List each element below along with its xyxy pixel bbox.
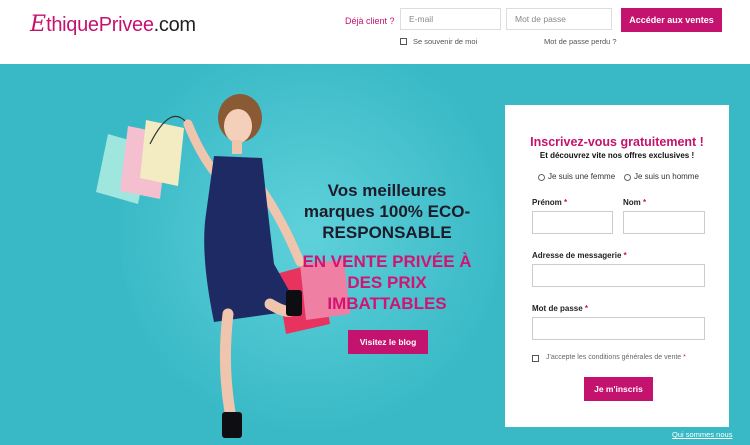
terms-label: J'accepte les conditions générales de ve… (546, 354, 686, 361)
terms-checkbox[interactable] (532, 355, 539, 362)
required-mark: * (683, 354, 686, 361)
hero-subheadline: EN VENTE PRIVÉE À DES PRIX IMBATTABLES (302, 252, 472, 313)
password-field[interactable] (532, 317, 705, 340)
visit-blog-button[interactable]: Visitez le blog (348, 330, 428, 354)
radio-male-label: Je suis un homme (634, 172, 699, 181)
logo-initial: E (30, 12, 47, 37)
login-button[interactable]: Accéder aux ventes (621, 8, 722, 32)
required-mark: * (623, 251, 627, 260)
radio-female[interactable] (538, 174, 545, 181)
logo-part-thique: thique (46, 14, 99, 36)
remember-me-label: Se souvenir de moi (413, 37, 478, 46)
last-name-label-text: Nom (623, 198, 641, 207)
shopping-bag-yellow (140, 120, 184, 186)
signup-subtitle: Et découvrez vite nos offres exclusives … (539, 151, 695, 160)
site-header: EthiquePrivee.com Déjà client ? Accéder … (0, 0, 750, 64)
required-mark: * (643, 198, 647, 207)
last-name-label: Nom * (623, 198, 646, 207)
radio-female-label: Je suis une femme (548, 172, 616, 181)
hero-headline: Vos meilleures marques 100% ECO-RESPONSA… (303, 181, 471, 242)
first-name-label: Prénom * (532, 198, 567, 207)
logo[interactable]: Ethique Privee .com (30, 12, 196, 44)
login-email-input[interactable] (400, 8, 501, 30)
email-label: Adresse de messagerie * (532, 251, 627, 260)
password-label-text: Mot de passe (532, 304, 583, 313)
about-us-link[interactable]: Qui sommes nous (672, 430, 732, 439)
first-name-input[interactable] (532, 211, 613, 234)
forgot-password-link[interactable]: Mot de passe perdu ? (544, 37, 617, 46)
signup-submit-button[interactable]: Je m'inscris (584, 377, 653, 401)
already-client-label: Déjà client ? (345, 16, 395, 26)
required-mark: * (564, 198, 568, 207)
radio-male[interactable] (624, 174, 631, 181)
email-label-text: Adresse de messagerie (532, 251, 622, 260)
login-password-input[interactable] (506, 8, 612, 30)
terms-label-text: J'accepte les conditions générales de ve… (546, 354, 682, 361)
last-name-input[interactable] (623, 211, 705, 234)
signup-form: Inscrivez-vous gratuitement ! Et découvr… (505, 105, 729, 427)
logo-part-com: .com (153, 14, 196, 36)
password-label: Mot de passe * (532, 304, 588, 313)
signup-title: Inscrivez-vous gratuitement ! (530, 135, 704, 149)
first-name-label-text: Prénom (532, 198, 562, 207)
email-field[interactable] (532, 264, 705, 287)
required-mark: * (584, 304, 589, 313)
logo-part-privee: Privee (98, 14, 154, 36)
remember-me-checkbox[interactable] (400, 38, 407, 45)
